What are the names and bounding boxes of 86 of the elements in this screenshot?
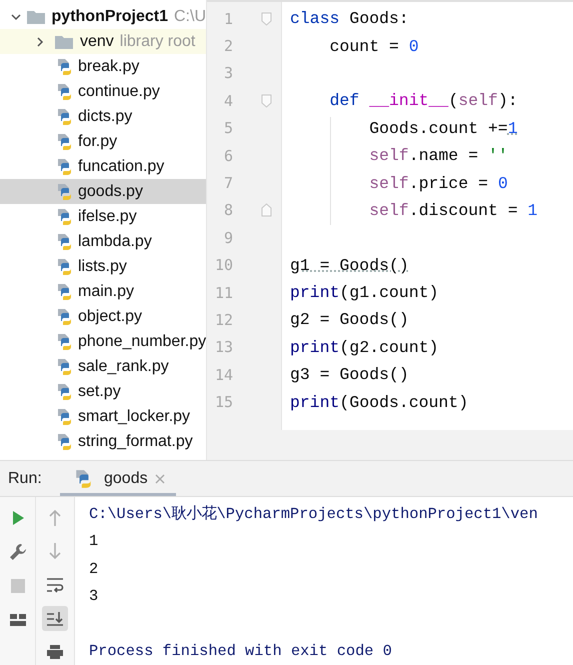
line-number: 1 xyxy=(222,10,233,28)
python-file-icon xyxy=(56,432,74,450)
file-item[interactable]: smart_locker.py xyxy=(0,404,206,429)
python-file-icon xyxy=(56,132,74,150)
console-line: Process finished with exit code 0 xyxy=(89,640,393,662)
line-number: 9 xyxy=(222,228,233,247)
file-item[interactable]: continue.py xyxy=(0,79,206,104)
line-number: 6 xyxy=(222,146,233,165)
stop-icon[interactable] xyxy=(10,578,26,594)
file-item[interactable]: phone_number.py xyxy=(0,329,206,354)
file-item[interactable]: string_format.py xyxy=(0,429,206,454)
line-number: 7 xyxy=(222,174,233,192)
python-file-icon xyxy=(56,332,74,350)
soft-wrap-icon[interactable] xyxy=(46,576,64,593)
python-file-icon xyxy=(56,158,74,176)
arrow-down-icon[interactable] xyxy=(48,542,62,560)
folder-note: library root xyxy=(120,32,196,50)
file-item[interactable]: goods.py xyxy=(0,179,206,204)
code-line: g2 = Goods() xyxy=(290,309,410,332)
layout-icon[interactable] xyxy=(8,612,26,628)
code-line: def __init__(self): xyxy=(328,90,519,112)
close-icon[interactable] xyxy=(154,472,166,484)
python-file-icon xyxy=(56,408,74,426)
folder-icon xyxy=(26,8,46,24)
python-file-icon xyxy=(56,58,74,76)
code-line: Goods.count +=1 xyxy=(368,118,519,140)
python-file-icon xyxy=(56,82,74,100)
file-item[interactable]: dicts.py xyxy=(0,104,206,129)
code-line: print(Goods.count) xyxy=(290,392,470,414)
python-file-icon xyxy=(56,358,74,376)
line-number: 4 xyxy=(222,92,233,110)
folder-item[interactable]: venv library root xyxy=(0,29,206,54)
code-line: count = 0 xyxy=(328,36,420,58)
line-number: 13 xyxy=(214,338,233,356)
python-file-icon xyxy=(56,258,74,276)
line-number: 11 xyxy=(214,284,233,302)
python-file-icon xyxy=(56,108,74,126)
python-file-icon xyxy=(56,308,74,326)
line-number: 8 xyxy=(222,201,233,220)
file-item[interactable]: ifelse.py xyxy=(0,204,206,229)
fold-marker-icon[interactable] xyxy=(261,203,272,218)
python-file-icon xyxy=(56,382,74,400)
line-number: 2 xyxy=(222,37,233,56)
fold-marker-icon[interactable] xyxy=(261,12,272,26)
project-root-item[interactable]: pythonProject1 C:\U xyxy=(0,4,206,29)
file-item[interactable]: break.py xyxy=(0,54,206,79)
console-line: C:\Users\耿小花\PycharmProjects\pythonProject1\ven xyxy=(89,504,539,526)
python-file-icon xyxy=(56,182,74,200)
print-icon[interactable] xyxy=(46,644,64,660)
code-line: g1 = Goods() xyxy=(290,254,410,277)
code-line: print(g2.count) xyxy=(290,336,440,359)
wrench-icon[interactable] xyxy=(8,543,26,561)
code-line: print(g1.count) xyxy=(290,282,440,304)
code-line: self.name = '' xyxy=(368,145,509,168)
arrow-up-icon[interactable] xyxy=(48,508,62,527)
line-number: 5 xyxy=(222,119,233,138)
line-number: 10 xyxy=(214,256,233,274)
fold-marker-icon[interactable] xyxy=(261,94,272,108)
file-item[interactable]: sale_rank.py xyxy=(0,354,206,379)
python-file-icon xyxy=(56,208,74,226)
scroll-to-end-icon[interactable] xyxy=(46,610,64,627)
code-line: self.price = 0 xyxy=(368,172,509,195)
project-path: C:\U xyxy=(174,8,206,26)
code-line: self.discount = 1 xyxy=(368,200,539,222)
code-editor[interactable]: class Goods: count = 0 def __init__(self): Goods.count +=1 self.name = '' self.price = 0 self.discount = 1 g1 = Goods() print(g1.count) g2 = Goods() print(g2.count) g3 = Goods() print(Goods.count) xyxy=(282,2,573,430)
console-line: 1 xyxy=(89,531,100,552)
code-line: g3 = Goods() xyxy=(290,364,410,386)
file-item[interactable]: funcation.py xyxy=(0,154,206,179)
console-line: 2 xyxy=(89,558,100,580)
code-line: class Goods: xyxy=(290,8,410,30)
folder-icon xyxy=(54,34,74,50)
run-label: Run: xyxy=(8,470,43,488)
file-item[interactable]: lists.py xyxy=(0,254,206,279)
file-item[interactable]: for.py xyxy=(0,129,206,154)
run-tab[interactable]: goods xyxy=(60,461,176,496)
file-item[interactable]: set.py xyxy=(0,379,206,404)
line-number: 12 xyxy=(214,310,233,329)
line-number: 14 xyxy=(214,366,233,384)
python-file-icon xyxy=(56,232,74,250)
line-number: 3 xyxy=(222,64,233,82)
line-number: 15 xyxy=(214,393,233,412)
file-item[interactable]: main.py xyxy=(0,279,206,304)
python-file-icon xyxy=(56,282,74,300)
file-item[interactable]: object.py xyxy=(0,304,206,329)
file-item[interactable]: lambda.py xyxy=(0,229,206,254)
console-line: 3 xyxy=(89,586,100,608)
